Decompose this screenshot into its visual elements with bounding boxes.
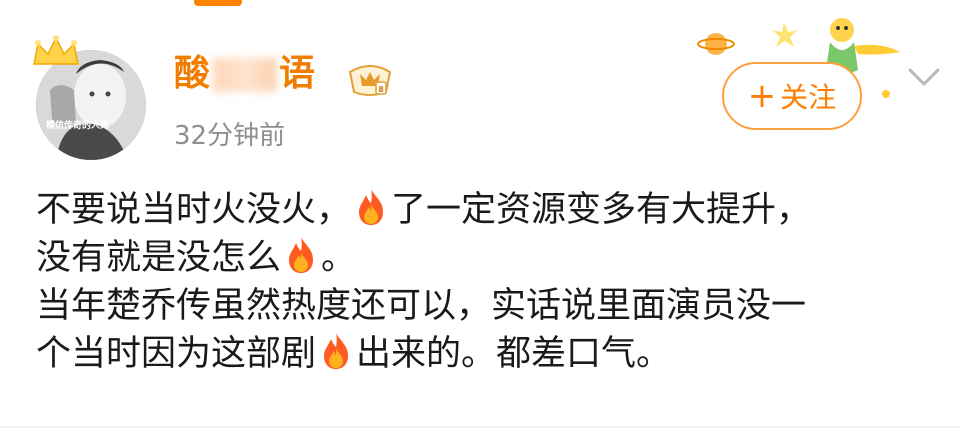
author-name-redacted bbox=[213, 58, 278, 92]
author-name[interactable]: 酸语 bbox=[174, 50, 316, 98]
svg-text:8: 8 bbox=[378, 85, 384, 94]
post-line-3: 当年楚乔传虽然热度还可以，实话说里面演员没一 bbox=[36, 286, 807, 326]
fire-icon bbox=[289, 237, 314, 273]
post-line-4-part-a: 个当时因为这部剧 bbox=[36, 334, 317, 374]
plus-icon: + bbox=[747, 76, 777, 116]
post-line-1: 不要说当时火没火， 了一定资源变多有大提升， bbox=[36, 186, 936, 234]
post-divider bbox=[0, 426, 960, 428]
post-line-2: 没有就是没怎么。 bbox=[36, 234, 936, 282]
fire-icon bbox=[359, 189, 384, 225]
crown-icon bbox=[33, 35, 79, 65]
active-tab-indicator bbox=[194, 0, 242, 6]
post-timestamp: 32分钟前 bbox=[174, 121, 286, 151]
author-avatar[interactable]: 模仿传奇的人死 bbox=[33, 35, 156, 160]
post-line-2-part-b: 。 bbox=[321, 238, 357, 278]
follow-button-label: 关注 bbox=[780, 81, 837, 114]
post-line-1-part-a: 不要说当时火没火， bbox=[36, 190, 352, 230]
author-name-start: 酸 bbox=[174, 53, 212, 94]
author-name-end: 语 bbox=[279, 53, 317, 94]
chevron-down-icon[interactable] bbox=[904, 62, 944, 92]
vip-crown-badge-icon: 8 bbox=[348, 65, 392, 96]
post-body: 不要说当时火没火， 了一定资源变多有大提升， 没有就是没怎么。 当年楚乔传虽然热度… bbox=[36, 186, 936, 378]
post-line-4-part-b: 出来的。都差口气。 bbox=[356, 334, 672, 374]
post-line-4: 个当时因为这部剧 出来的。都差口气。 bbox=[36, 330, 936, 378]
follow-button[interactable]: + 关注 bbox=[722, 62, 862, 130]
post-line-1-part-b: 了一定资源变多有大提升， bbox=[391, 190, 812, 230]
post-line-2-part-a: 没有就是没怎么 bbox=[36, 238, 282, 278]
fire-icon bbox=[324, 333, 349, 369]
avatar-caption: 模仿传奇的人死 bbox=[46, 121, 110, 131]
